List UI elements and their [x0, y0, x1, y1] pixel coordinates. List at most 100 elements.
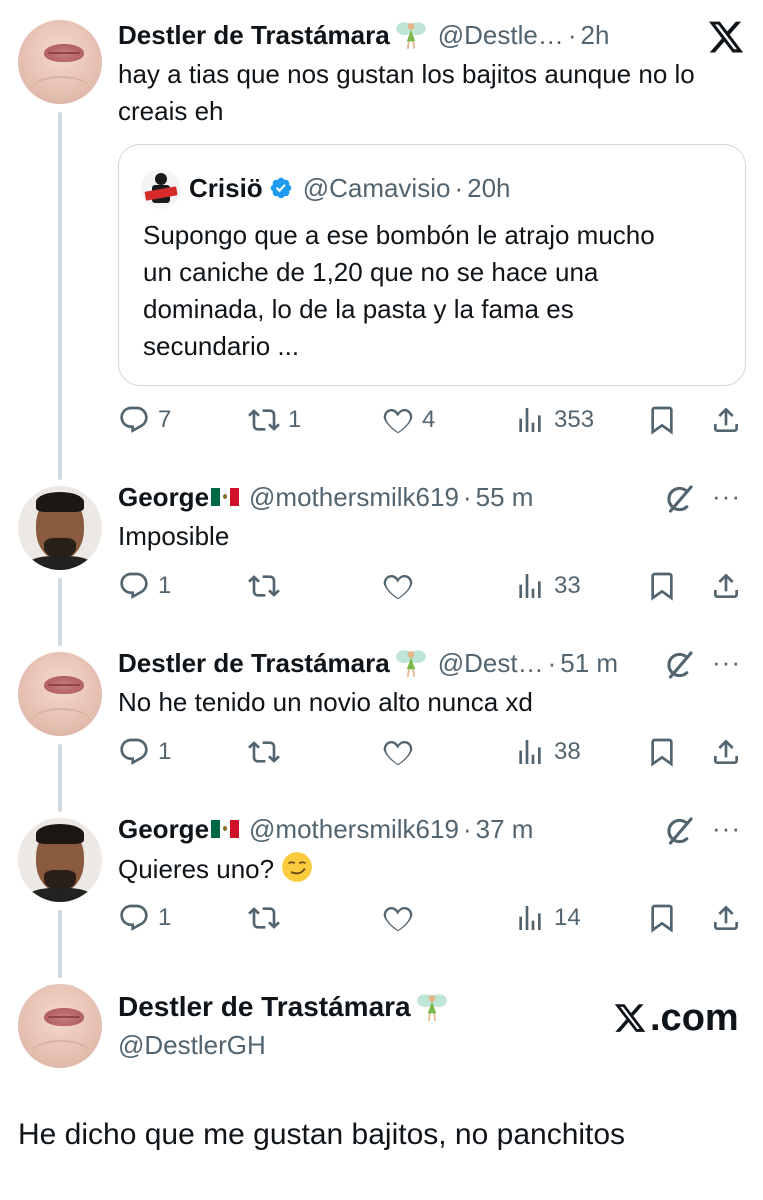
- separator-dot: ·: [567, 19, 577, 50]
- tweet-header: Destler de Trastámara @Dest… · 51 m: [118, 646, 618, 680]
- author-handle[interactable]: @mothersmilk619: [249, 814, 459, 845]
- bookmark-icon: [646, 736, 678, 768]
- share-button[interactable]: [710, 736, 742, 768]
- share-icon: [710, 570, 742, 602]
- thread-line: [58, 578, 62, 646]
- views-icon: [514, 570, 546, 602]
- share-icon: [710, 736, 742, 768]
- share-button[interactable]: [710, 902, 742, 934]
- author-handle[interactable]: @Dest…: [438, 648, 544, 679]
- reply-button[interactable]: 1: [118, 570, 171, 602]
- timestamp[interactable]: 2h: [580, 20, 609, 51]
- author-handle[interactable]: @mothersmilk619: [249, 482, 459, 513]
- tweet-text-line: creais eh: [118, 96, 224, 126]
- views-icon: [514, 902, 546, 934]
- author-name[interactable]: George: [118, 482, 209, 513]
- repost-icon: [248, 570, 280, 602]
- like-button[interactable]: [382, 736, 422, 768]
- heart-icon: [382, 902, 414, 934]
- reply-button[interactable]: 1: [118, 902, 171, 934]
- bookmark-button[interactable]: [646, 570, 678, 602]
- repost-count: 1: [288, 406, 302, 433]
- tweet-header: Destler de Trastámara @Destle… · 2h: [118, 18, 609, 52]
- quote-timestamp[interactable]: 20h: [467, 173, 510, 204]
- tweet-text-line: hay a tias que nos gustan los bajitos au…: [118, 59, 695, 89]
- heart-icon: [382, 736, 414, 768]
- like-button[interactable]: 4: [382, 404, 435, 436]
- more-options-icon[interactable]: ···: [712, 815, 741, 841]
- like-button[interactable]: [382, 902, 422, 934]
- view-count: 33: [554, 572, 581, 599]
- share-button[interactable]: [710, 570, 742, 602]
- views-icon: [514, 404, 546, 436]
- bookmark-button[interactable]: [646, 736, 678, 768]
- like-count: 4: [422, 406, 436, 433]
- reply-count: 1: [158, 572, 172, 599]
- avatar: [18, 984, 102, 1068]
- tweet-text-content: Quieres uno?: [118, 854, 275, 884]
- author-name[interactable]: George: [118, 814, 209, 845]
- author-name[interactable]: Destler de Trastámara: [118, 648, 390, 679]
- reply-icon: [118, 570, 150, 602]
- bookmark-button[interactable]: [646, 902, 678, 934]
- heart-icon: [382, 404, 414, 436]
- footer-name-text: Destler de Trastámara: [118, 991, 411, 1022]
- bookmark-icon: [646, 902, 678, 934]
- repost-button[interactable]: [248, 570, 288, 602]
- repost-button[interactable]: [248, 902, 288, 934]
- reply-button[interactable]: 7: [118, 404, 171, 436]
- avatar[interactable]: [18, 818, 102, 902]
- views-button[interactable]: 14: [514, 902, 581, 934]
- mexico-flag-emoji: [211, 820, 240, 838]
- quote-author-handle[interactable]: @Camavisio: [303, 173, 451, 204]
- more-options-icon[interactable]: ···: [712, 649, 741, 675]
- reply-button[interactable]: 1: [118, 736, 171, 768]
- tweet-text: Quieres uno?: [118, 850, 314, 888]
- avatar[interactable]: [18, 20, 102, 104]
- tweet-text: hay a tias que nos gustan los bajitos au…: [118, 56, 695, 130]
- quote-text-line: Supongo que a ese bombón le atrajo mucho: [143, 220, 655, 250]
- author-name[interactable]: Destler de Trastámara: [118, 20, 390, 51]
- separator-dot: ·: [454, 172, 464, 203]
- repost-icon: [248, 902, 280, 934]
- reply-count: 1: [158, 904, 172, 931]
- x-com-text: .com: [650, 996, 739, 1039]
- bookmark-icon: [646, 404, 678, 436]
- tweet-header: George @mothersmilk619 · 55 m: [118, 480, 533, 514]
- x-logo-icon: [612, 1001, 648, 1035]
- repost-button[interactable]: 1: [248, 404, 301, 436]
- caption-text: He dicho que me gustan bajitos, no panch…: [18, 1118, 626, 1151]
- views-button[interactable]: 353: [514, 404, 594, 436]
- timestamp[interactable]: 37 m: [476, 814, 534, 845]
- author-handle[interactable]: @Destle…: [438, 20, 564, 51]
- more-options-icon[interactable]: ···: [712, 483, 741, 509]
- share-button[interactable]: [710, 404, 742, 436]
- quoted-tweet[interactable]: Crisiö @Camavisio · 20h Supongo que a es…: [118, 144, 746, 386]
- quote-header: Crisiö @Camavisio · 20h: [189, 171, 511, 205]
- avatar[interactable]: [18, 652, 102, 736]
- views-button[interactable]: 38: [514, 736, 581, 768]
- grok-icon[interactable]: [662, 482, 696, 516]
- repost-button[interactable]: [248, 736, 288, 768]
- reply-icon: [118, 404, 150, 436]
- x-logo-icon: [706, 18, 746, 56]
- tweet-header: George @mothersmilk619 · 37 m: [118, 812, 533, 846]
- grok-icon[interactable]: [662, 814, 696, 848]
- reply-icon: [118, 902, 150, 934]
- thread-line: [58, 112, 62, 480]
- timestamp[interactable]: 51 m: [560, 648, 618, 679]
- timestamp[interactable]: 55 m: [476, 482, 534, 513]
- fairy-emoji: [394, 646, 428, 680]
- bookmark-button[interactable]: [646, 404, 678, 436]
- quote-text: Supongo que a ese bombón le atrajo mucho…: [143, 217, 723, 365]
- view-count: 38: [554, 738, 581, 765]
- views-button[interactable]: 33: [514, 570, 581, 602]
- share-icon: [710, 404, 742, 436]
- quote-text-line: secundario ...: [143, 331, 300, 361]
- quote-author-name[interactable]: Crisiö: [189, 173, 263, 204]
- like-button[interactable]: [382, 570, 422, 602]
- grok-icon[interactable]: [662, 648, 696, 682]
- view-count: 353: [554, 406, 595, 433]
- repost-icon: [248, 404, 280, 436]
- avatar[interactable]: [18, 486, 102, 570]
